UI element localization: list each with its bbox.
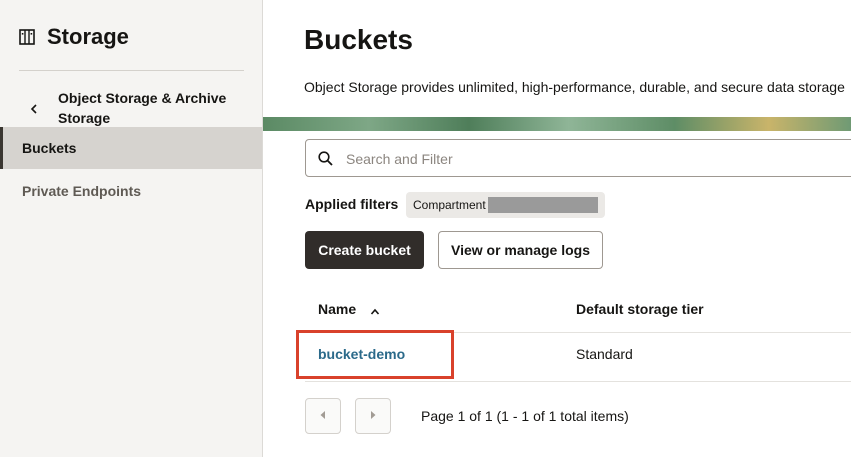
- back-link-label: Object Storage & Archive Storage: [58, 90, 227, 126]
- page-description: Object Storage provides unlimited, high-…: [304, 79, 845, 95]
- sidebar: Storage Object Storage & Archive Storage…: [0, 0, 263, 457]
- next-page-button[interactable]: [355, 398, 391, 434]
- back-to-object-storage-link[interactable]: Object Storage & Archive Storage: [28, 88, 248, 128]
- chip-label: Compartment: [413, 198, 486, 212]
- applied-filters-label: Applied filters: [305, 196, 399, 212]
- storage-tier-cell: Standard: [576, 346, 633, 362]
- search-icon: [318, 151, 333, 166]
- pagination-info: Page 1 of 1 (1 - 1 of 1 total items): [421, 408, 629, 424]
- sort-ascending-icon: [370, 304, 380, 315]
- compartment-filter-chip[interactable]: Compartment: [406, 192, 605, 218]
- sidebar-title: Storage: [47, 24, 129, 49]
- view-manage-logs-button[interactable]: View or manage logs: [438, 231, 603, 269]
- column-header-name[interactable]: Name: [318, 301, 380, 317]
- sidebar-item-private-endpoints[interactable]: Private Endpoints: [0, 170, 262, 212]
- pager-prev-icon: [318, 407, 328, 425]
- sidebar-item-buckets[interactable]: Buckets: [0, 127, 262, 169]
- table-row: bucket-demo Standard: [305, 333, 851, 381]
- column-header-name-label: Name: [318, 301, 357, 317]
- previous-page-button[interactable]: [305, 398, 341, 434]
- search-filter-box[interactable]: [305, 139, 851, 178]
- search-input[interactable]: [344, 140, 848, 178]
- pager-next-icon: [368, 407, 378, 425]
- sidebar-divider: [19, 70, 244, 71]
- bucket-name-link[interactable]: bucket-demo: [318, 346, 405, 362]
- redacted-compartment-value: [487, 197, 598, 213]
- storage-icon: [19, 29, 35, 45]
- column-header-storage-tier[interactable]: Default storage tier: [576, 301, 704, 317]
- sidebar-header: Storage: [19, 24, 129, 50]
- chevron-left-icon: [28, 102, 40, 114]
- decorative-banner: [263, 117, 851, 131]
- table-row-divider: [305, 381, 851, 382]
- page-title: Buckets: [304, 24, 413, 55]
- create-bucket-button[interactable]: Create bucket: [305, 231, 424, 269]
